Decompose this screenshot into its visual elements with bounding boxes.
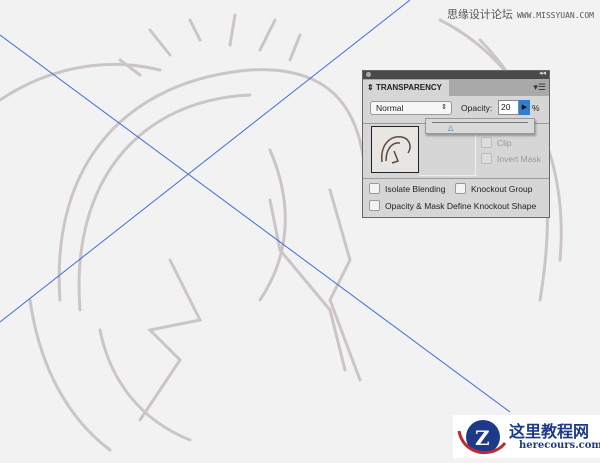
collapse-icon[interactable]: ◂◂ — [539, 69, 546, 77]
opacity-slider-thumb[interactable]: △ — [448, 124, 453, 132]
clip-checkbox[interactable]: Clip — [481, 137, 512, 148]
opacity-slider-popup: △ — [425, 118, 535, 134]
isolate-blending-checkbox[interactable]: Isolate Blending — [369, 183, 446, 194]
transparency-panel: ◂◂ ⇕ TRANSPARENCY ▾☰ Normal ⇕ Opacity: 20… — [362, 70, 550, 218]
knockout-group-checkbox[interactable]: Knockout Group — [455, 183, 532, 194]
percent-label: % — [532, 103, 540, 113]
watermark-missyuan: 思缘设计论坛 WWW.MISSYUAN.COM — [446, 9, 594, 21]
watermark-herecours: Z 这里教程网 herecours.com — [453, 415, 600, 458]
chevron-updown-icon: ⇕ — [441, 104, 447, 111]
opacity-mask-knockout-checkbox[interactable]: Opacity & Mask Define Knockout Shape — [369, 200, 536, 211]
canvas-sketch — [0, 0, 563, 452]
opacity-slider-toggle[interactable]: ▶ — [519, 100, 530, 115]
opacity-label: Opacity: — [461, 103, 493, 113]
close-icon[interactable] — [366, 72, 371, 77]
logo-icon: Z — [457, 420, 507, 454]
invert-mask-checkbox[interactable]: Invert Mask — [481, 153, 541, 164]
tab-transparency[interactable]: ⇕ TRANSPARENCY — [363, 80, 449, 96]
blend-mode-select[interactable]: Normal ⇕ — [370, 101, 452, 115]
opacity-slider-track[interactable] — [432, 122, 528, 123]
panel-titlebar[interactable]: ◂◂ — [363, 69, 549, 79]
panel-menu-icon[interactable]: ▾☰ — [533, 82, 546, 93]
opacity-input[interactable]: 20 — [498, 100, 519, 115]
svg-text:Z: Z — [475, 426, 490, 450]
layer-thumbnail[interactable] — [371, 126, 419, 173]
